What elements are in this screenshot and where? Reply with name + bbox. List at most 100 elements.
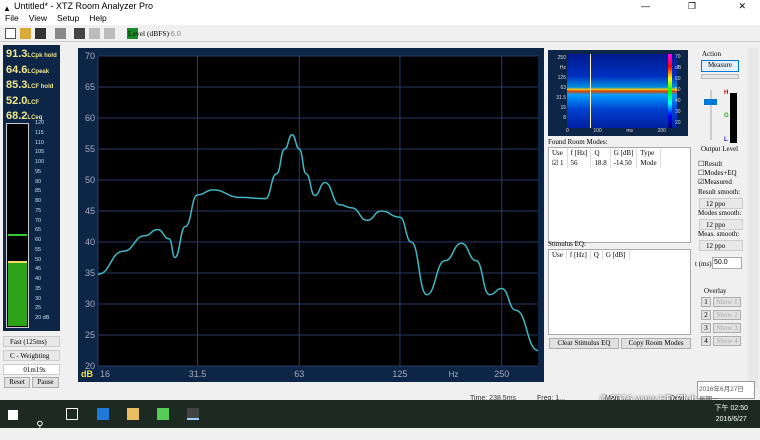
taskbar: ⚲ 下午 02:502016/6/27 <box>0 400 760 428</box>
copy-room-modes-button[interactable]: Copy Room Modes <box>621 338 691 349</box>
checkbox-label: Result <box>704 160 722 168</box>
explorer-icon[interactable] <box>127 408 139 420</box>
overlay-show-button[interactable]: Show 1 <box>713 297 741 307</box>
reading-1: 64.6LCpeak <box>6 64 60 80</box>
column-header[interactable]: G [dB] <box>602 250 629 260</box>
window-title: Untitled* - XTZ Room Analyzer Pro <box>14 1 153 11</box>
y-tick-label: 55 <box>85 144 95 154</box>
level-input[interactable]: -6.0 <box>168 29 196 38</box>
modes-smooth-label: Modes smooth: <box>698 209 741 217</box>
overlay-show-button[interactable]: Show 4 <box>713 336 741 346</box>
y-tick-label: 45 <box>85 206 95 216</box>
open-icon[interactable] <box>20 28 31 39</box>
menu-setup[interactable]: Setup <box>57 13 79 23</box>
scale-tick: 55 <box>35 246 49 256</box>
ssm-icon[interactable] <box>74 28 85 39</box>
output-level-label: Output Level <box>701 145 738 153</box>
date-tooltip: 2016年6月27日星期一 <box>697 381 755 399</box>
spectrogram-tick: 16 <box>550 103 566 113</box>
save-icon[interactable] <box>35 28 46 39</box>
reading-3: 52.0LCF <box>6 95 60 111</box>
y-unit-label: dB <box>81 369 93 379</box>
rta-icon[interactable] <box>89 28 100 39</box>
output-level-slider[interactable] <box>710 90 712 140</box>
menu-file[interactable]: File <box>5 13 19 23</box>
cell: 18.8 <box>591 158 610 168</box>
sts-icon[interactable] <box>104 28 115 39</box>
search-icon[interactable]: ⚲ <box>36 420 48 432</box>
meas-smooth-select[interactable]: 12 ppo <box>699 240 743 251</box>
task-view-icon[interactable] <box>66 408 78 420</box>
spectrogram-tick: 60 <box>675 74 681 85</box>
spectrogram-tick: Hz <box>550 63 566 73</box>
column-header[interactable]: Type <box>637 148 660 158</box>
column-header[interactable]: f [Hz] <box>567 148 591 158</box>
close-button[interactable]: ✕ <box>738 0 746 13</box>
column-header[interactable]: Q <box>590 250 602 260</box>
spectrogram-tick: 250 <box>550 53 566 63</box>
reading-2: 85.3LCF hold <box>6 79 60 95</box>
checkbox-label: Modes+EQ <box>704 169 736 177</box>
x-tick-label: 16 <box>100 369 110 379</box>
overlay-show-button[interactable]: Show 3 <box>713 323 741 333</box>
maximize-button[interactable]: ❐ <box>688 0 696 13</box>
clock[interactable]: 下午 02:502016/6/27 <box>715 403 748 425</box>
edge-icon[interactable] <box>97 408 109 420</box>
spectrogram-tick: 31.5 <box>550 93 566 103</box>
start-icon[interactable] <box>8 410 18 420</box>
reading-value: 91.3 <box>6 48 27 60</box>
scale-tick: 40 <box>35 275 49 285</box>
pause-button[interactable]: Pause <box>32 377 59 388</box>
column-header[interactable]: G [dB] <box>610 148 637 158</box>
column-header[interactable]: f [Hz] <box>566 250 590 260</box>
overlay-number-button[interactable]: 1 <box>701 297 711 307</box>
checkbox-result[interactable]: ☐Result <box>698 160 737 169</box>
measure-button[interactable]: Measure <box>701 60 739 72</box>
scale-tick: 120 <box>35 119 49 129</box>
minimize-button[interactable]: — <box>641 0 650 13</box>
print-icon[interactable] <box>55 28 66 39</box>
result-smooth-label: Result smooth: <box>698 188 740 196</box>
meas-smooth-label: Meas. smooth: <box>698 230 739 238</box>
table-row[interactable]: ☑ 15618.8-14.50Mode <box>549 158 660 168</box>
reading-label: LCpk hold <box>27 53 56 59</box>
modes-smooth-select[interactable]: 12 ppo <box>699 219 743 230</box>
x-unit-label: Hz <box>449 370 459 379</box>
overlay-number-button[interactable]: 2 <box>701 310 711 320</box>
time-cursor[interactable] <box>590 54 591 128</box>
overlay-show-button[interactable]: Show 2 <box>713 310 741 320</box>
column-header[interactable]: Use <box>549 250 566 260</box>
scale-tick: 95 <box>35 168 49 178</box>
menu-help[interactable]: Help <box>89 13 106 23</box>
column-header[interactable]: Q <box>591 148 610 158</box>
y-tick-label: 40 <box>85 237 95 247</box>
overlay-number-button[interactable]: 3 <box>701 323 711 333</box>
overlay-number-button[interactable]: 4 <box>701 336 711 346</box>
spl-meter-panel: 91.3LCpk hold 64.6LCpeak85.3LCF hold52.0L… <box>3 45 60 331</box>
checkbox-modeseq[interactable]: ☐Modes+EQ <box>698 169 737 178</box>
y-tick-label: 60 <box>85 113 95 123</box>
toolbar: Level (dBFS) -6.0 <box>0 25 760 42</box>
scrollbar[interactable] <box>748 48 758 388</box>
weighting-select[interactable]: C - Weighting <box>3 350 60 361</box>
scale-tick: 80 <box>35 197 49 207</box>
cell: ☑ 1 <box>549 158 567 168</box>
new-icon[interactable] <box>5 28 16 39</box>
color-scale <box>668 54 672 128</box>
column-header[interactable]: Use <box>549 148 567 158</box>
slider-thumb[interactable] <box>704 99 717 105</box>
spectrogram-tick: 20 <box>675 118 681 129</box>
menu-view[interactable]: View <box>29 13 47 23</box>
cell-value: 1 <box>560 159 564 167</box>
wechat-icon[interactable] <box>157 408 169 420</box>
spectrogram-tick: 30 <box>675 107 681 118</box>
t-input[interactable]: 50.0 <box>712 257 742 269</box>
xtz-app-icon[interactable] <box>187 408 199 420</box>
overlay-title: Overlay <box>704 287 727 295</box>
use-checkbox[interactable]: ☑ <box>552 159 560 167</box>
result-smooth-select[interactable]: 12 ppo <box>699 198 743 209</box>
speed-select[interactable]: Fast (125ms) <box>3 336 60 347</box>
clear-stimulus-eq-button[interactable]: Clear Stimulus EQ <box>549 338 619 349</box>
reset-button[interactable]: Reset <box>4 377 30 388</box>
checkbox-measured[interactable]: ☑Measured <box>698 178 737 187</box>
